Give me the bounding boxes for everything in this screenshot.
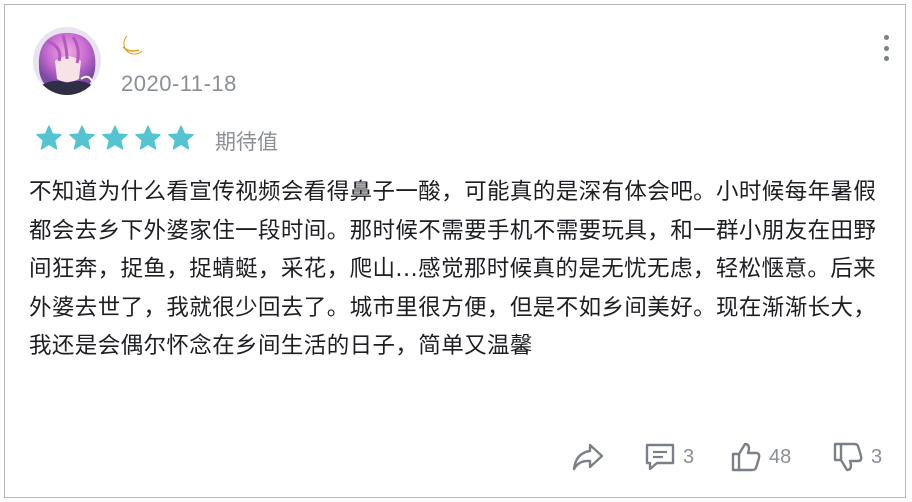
dislike-count: 3 <box>871 445 883 468</box>
star-icon <box>68 124 96 152</box>
review-card: 2020-11-18 期待值 不知道为什么看宣传视频会看得鼻子一酸，可能真的是深… <box>4 4 906 498</box>
share-button[interactable] <box>571 441 605 473</box>
star-icon <box>101 124 129 152</box>
more-options-icon[interactable] <box>881 35 891 61</box>
star-icon <box>167 124 195 152</box>
star-icon <box>134 124 162 152</box>
avatar[interactable] <box>33 27 101 95</box>
post-date: 2020-11-18 <box>121 71 237 96</box>
star-icon <box>35 124 63 152</box>
comment-button[interactable]: 3 <box>643 441 694 473</box>
review-text: 不知道为什么看宣传视频会看得鼻子一酸，可能真的是深有体会吧。小时候每年暑假都会去… <box>29 179 877 359</box>
thumbs-down-icon <box>833 442 863 472</box>
comment-icon <box>645 443 675 471</box>
dislike-button[interactable]: 3 <box>831 441 882 473</box>
comment-count: 3 <box>683 445 695 468</box>
rating-label: 期待值 <box>215 130 278 154</box>
crescent-moon-icon <box>119 33 145 63</box>
like-count: 48 <box>769 445 792 468</box>
thumbs-up-icon <box>731 442 761 472</box>
like-button[interactable]: 48 <box>729 441 791 473</box>
share-icon <box>572 443 604 471</box>
star-rating <box>35 124 195 152</box>
